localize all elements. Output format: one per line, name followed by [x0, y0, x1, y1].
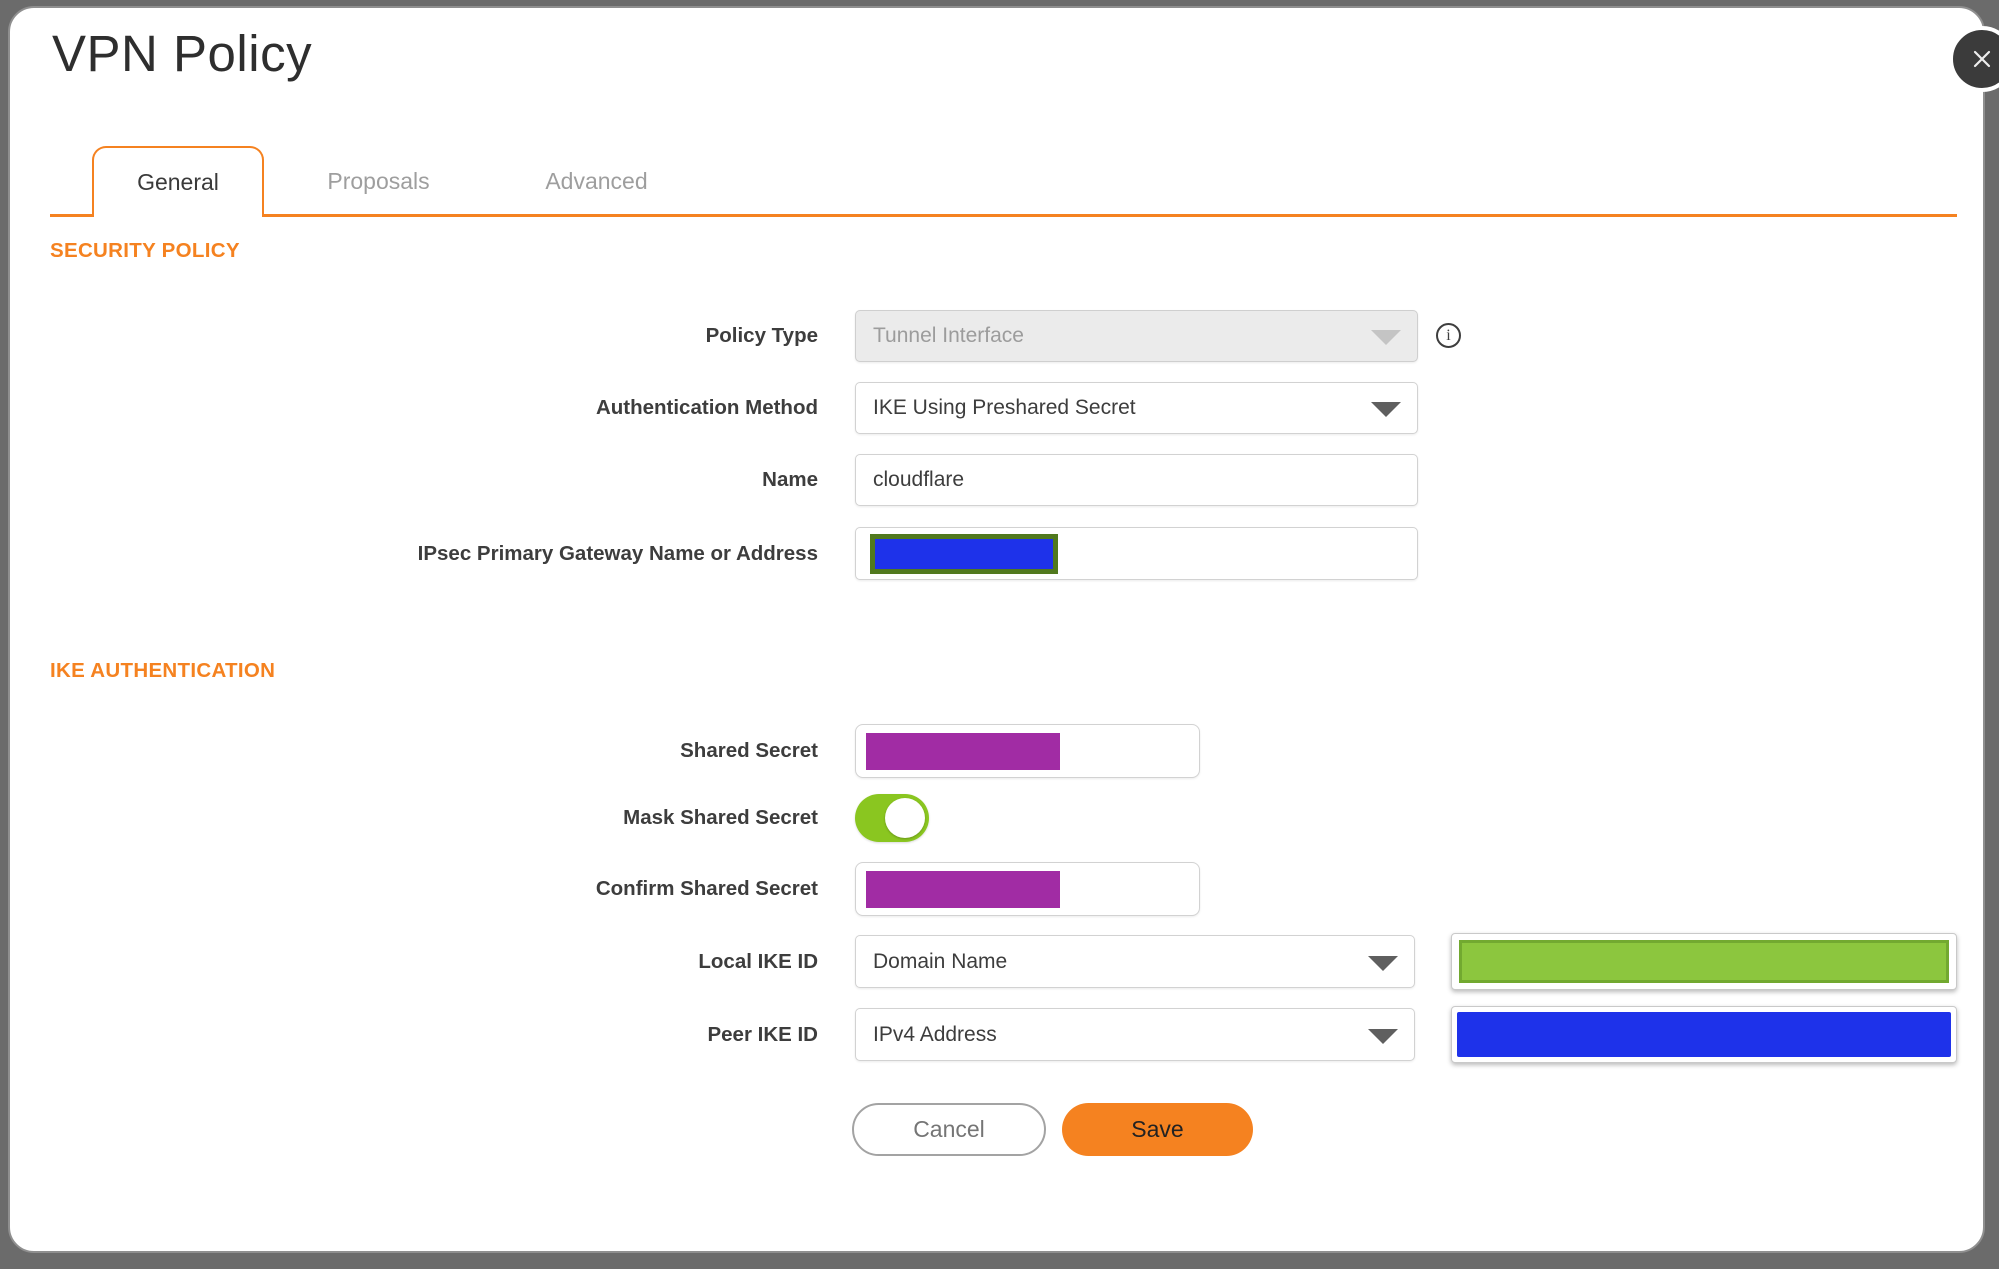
section-header-security-policy: SECURITY POLICY	[50, 239, 240, 262]
info-glyph: i	[1446, 326, 1451, 344]
section-header-ike-authentication: IKE AUTHENTICATION	[50, 659, 276, 682]
local-ike-id-select[interactable]: Domain Name	[855, 935, 1415, 988]
cancel-button-label: Cancel	[913, 1116, 985, 1142]
policy-type-value: Tunnel Interface	[873, 324, 1024, 347]
redaction-overlay	[1457, 1012, 1951, 1057]
toggle-knob	[885, 798, 925, 838]
page-title: VPN Policy	[52, 25, 313, 82]
gateway-input[interactable]	[855, 527, 1418, 580]
gateway-label: IPsec Primary Gateway Name or Address	[417, 542, 818, 565]
tab-proposals-label: Proposals	[327, 167, 430, 194]
chevron-down-icon	[1371, 330, 1401, 345]
peer-ike-id-value-input[interactable]	[1451, 1006, 1957, 1063]
local-ike-id-value: Domain Name	[873, 949, 1008, 973]
local-ike-id-value-input[interactable]	[1451, 933, 1957, 990]
close-icon	[1973, 50, 1991, 68]
redaction-overlay	[1459, 940, 1949, 983]
confirm-shared-secret-input[interactable]	[855, 862, 1200, 916]
name-label: Name	[762, 468, 818, 491]
redaction-overlay	[870, 534, 1058, 574]
save-button[interactable]: Save	[1062, 1103, 1253, 1156]
chevron-down-icon	[1368, 955, 1398, 971]
vpn-policy-dialog: VPN Policy General Proposals Advanced SE…	[0, 0, 1999, 1269]
peer-ike-id-select[interactable]: IPv4 Address	[855, 1008, 1415, 1061]
confirm-shared-secret-label: Confirm Shared Secret	[595, 877, 818, 900]
redaction-overlay	[866, 871, 1060, 908]
tab-proposals[interactable]: Proposals	[291, 146, 466, 216]
name-input[interactable]: cloudflare	[855, 454, 1418, 506]
shared-secret-input[interactable]	[855, 724, 1200, 778]
tab-general-label: General	[137, 169, 219, 195]
chevron-down-icon	[1368, 1028, 1398, 1044]
auth-method-label: Authentication Method	[595, 396, 818, 419]
peer-ike-id-label: Peer IKE ID	[707, 1023, 818, 1046]
mask-shared-secret-label: Mask Shared Secret	[623, 806, 818, 829]
tab-advanced-label: Advanced	[545, 167, 648, 194]
tab-advanced[interactable]: Advanced	[509, 146, 684, 216]
modal-panel: VPN Policy General Proposals Advanced SE…	[8, 6, 1985, 1253]
save-button-label: Save	[1131, 1116, 1184, 1142]
name-value: cloudflare	[873, 468, 965, 491]
tab-general[interactable]: General	[92, 146, 264, 217]
auth-method-value: IKE Using Preshared Secret	[873, 396, 1136, 419]
redaction-overlay	[866, 733, 1060, 770]
mask-shared-secret-toggle[interactable]	[855, 794, 929, 842]
info-icon[interactable]: i	[1436, 323, 1461, 348]
peer-ike-id-value: IPv4 Address	[873, 1022, 997, 1046]
chevron-down-icon	[1371, 402, 1401, 417]
policy-type-select: Tunnel Interface	[855, 310, 1418, 362]
shared-secret-label: Shared Secret	[680, 739, 818, 762]
auth-method-select[interactable]: IKE Using Preshared Secret	[855, 382, 1418, 434]
cancel-button[interactable]: Cancel	[852, 1103, 1046, 1156]
local-ike-id-label: Local IKE ID	[698, 950, 818, 973]
policy-type-label: Policy Type	[705, 324, 818, 347]
